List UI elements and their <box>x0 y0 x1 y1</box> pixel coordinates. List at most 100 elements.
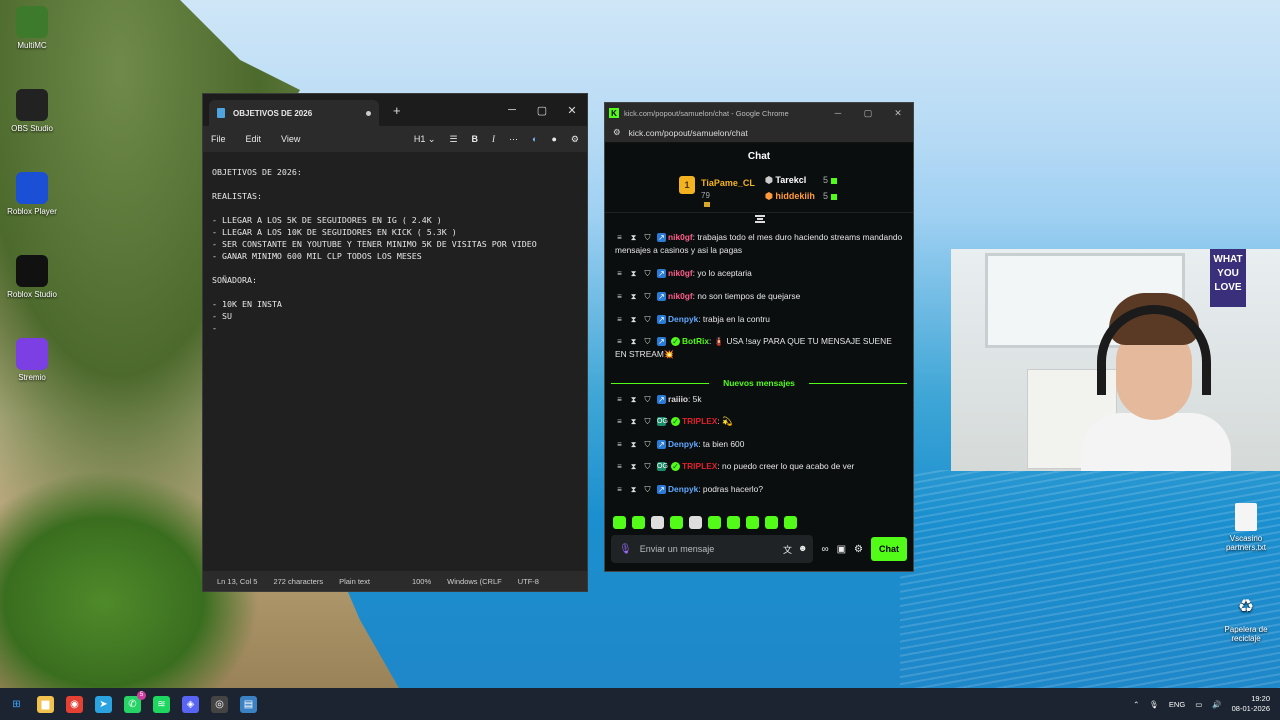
account-icon[interactable]: ● <box>551 134 556 144</box>
notification-badge: 5 <box>137 690 146 700</box>
message-username[interactable]: TRIPLEX <box>682 416 717 426</box>
new-tab-button[interactable]: + <box>393 103 401 118</box>
windows-start-icon[interactable]: ⊞ <box>8 696 25 713</box>
chat-message[interactable]: ≡ ⧗ ⛉ ↗ Denpyk: podras hacerlo? <box>615 483 903 496</box>
message-username[interactable]: TRIPLEX <box>682 461 717 471</box>
network-icon[interactable]: ▭ <box>1195 700 1202 709</box>
close-button[interactable]: ✕ <box>557 104 587 117</box>
desktop-icon-roblox-studio[interactable]: Roblox Studio <box>0 255 68 299</box>
emote-icon[interactable] <box>746 516 759 529</box>
emote-icon[interactable] <box>727 516 740 529</box>
menu-file[interactable]: File <box>211 134 226 144</box>
spotify-icon[interactable]: ≋ <box>153 695 170 713</box>
minimize-button[interactable]: ─ <box>823 108 853 119</box>
desktop-icon-multimc[interactable]: MultiMC <box>0 6 68 50</box>
clock[interactable]: 19:20 08-01-2026 <box>1232 694 1270 714</box>
mic-icon[interactable]: 🎙 <box>619 544 632 555</box>
filter-icon[interactable] <box>755 215 765 223</box>
translate-icon[interactable]: 文 <box>783 543 792 556</box>
emote-icon[interactable] <box>651 516 664 529</box>
leader-name: hiddekiih <box>775 191 815 201</box>
telegram-icon[interactable]: ➤ <box>95 695 112 713</box>
obs-icon[interactable]: ◎ <box>211 695 228 713</box>
chat-message[interactable]: ≡ ⧗ ⛉ ↗ nik0gf: no son tiempos de quejarse <box>615 290 903 303</box>
notepad-icon[interactable]: ▤ <box>240 695 257 713</box>
message-username[interactable]: Denpyk <box>668 484 698 494</box>
heading-dropdown[interactable]: H1 ⌄ <box>414 134 436 145</box>
bold-icon[interactable]: B <box>472 134 479 144</box>
settings-gear-icon[interactable]: ⚙ <box>571 134 579 145</box>
emote-icon[interactable] <box>613 516 626 529</box>
chat-message[interactable]: ≡ ⧗ ⛉ ↗ Denpyk: ta bien 600 <box>615 438 903 451</box>
emote-icon[interactable] <box>784 516 797 529</box>
site-info-icon[interactable]: ⚙ <box>613 127 621 138</box>
chat-message[interactable]: ≡ ⧗ ⛉ ↗ ✓ BotRix: 🧯 USA !say PARA QUE TU MENS… <box>615 335 903 361</box>
desktop-icon-roblox[interactable]: Roblox Player <box>0 172 68 216</box>
desktop-icon-stremio[interactable]: Stremio <box>0 338 68 382</box>
tab-objetivos[interactable]: OBJETIVOS DE 2026 <box>209 100 379 126</box>
emote-icon[interactable] <box>632 516 645 529</box>
message-username[interactable]: nik0gf <box>668 268 693 278</box>
hex-badge-icon: ⬢ <box>765 191 773 201</box>
address-bar[interactable]: ⚙ kick.com/popout/samuelon/chat <box>605 123 913 143</box>
desktop-icon-label: MultiMC <box>17 41 47 50</box>
more-icon[interactable]: ⋯ <box>509 134 518 145</box>
emote-icon[interactable] <box>765 516 778 529</box>
obs-icon <box>16 89 48 121</box>
minimize-button[interactable]: ─ <box>497 104 527 117</box>
emote-icon[interactable] <box>708 516 721 529</box>
tab-title: OBJETIVOS DE 2026 <box>233 108 313 118</box>
discord-icon[interactable]: ◈ <box>182 695 199 713</box>
link-icon[interactable]: ∞ <box>821 544 828 555</box>
message-username[interactable]: raiiio <box>668 394 688 404</box>
notepad-window[interactable]: OBJETIVOS DE 2026 + ─ ▢ ✕ File Edit View… <box>202 93 588 592</box>
chat-message[interactable]: ≡ ⧗ ⛉ OG ✓ TRIPLEX: no puedo creer lo que aca… <box>615 460 903 473</box>
italic-icon[interactable]: I <box>492 134 495 144</box>
chat-message[interactable]: ≡ ⧗ ⛉ ↗ nik0gf: yo lo aceptaria <box>615 267 903 280</box>
emote-icon[interactable] <box>670 516 683 529</box>
volume-icon[interactable]: 🔊 <box>1212 700 1221 709</box>
leader-name: TiaPame_CL <box>701 178 755 188</box>
unsaved-dot-icon[interactable] <box>366 110 371 116</box>
message-username[interactable]: nik0gf <box>668 291 693 301</box>
file-explorer-icon[interactable]: ▆ <box>37 695 54 713</box>
chat-input[interactable]: 🎙 Enviar un mensaje 文 ☻ <box>611 535 814 563</box>
status-encoding: UTF-8 <box>517 576 539 586</box>
settings-gear-icon[interactable]: ⚙ <box>854 544 863 555</box>
chat-message[interactable]: ≡ ⧗ ⛉ ↗ Denpyk: trabja en la contru <box>615 313 903 326</box>
message-username[interactable]: Denpyk <box>668 439 698 449</box>
gift-icon[interactable]: ▣ <box>837 544 846 555</box>
leaderboard-second[interactable]: ⬢ Tarekcl 5 <box>765 175 838 186</box>
leaderboard-third[interactable]: ⬢ hiddekiih 5 <box>765 191 838 202</box>
maximize-button[interactable]: ▢ <box>853 108 883 119</box>
microphone-icon[interactable]: 🎙 <box>1149 700 1159 709</box>
message-username[interactable]: BotRix <box>682 336 709 346</box>
chrome-icon[interactable]: ◉ <box>66 695 83 713</box>
notepad-text-area[interactable]: OBJETIVOS DE 2026: REALISTAS: - LLEGAR A… <box>203 152 587 562</box>
chrome-popout-window[interactable]: K kick.com/popout/samuelon/chat - Google… <box>604 102 914 572</box>
message-username[interactable]: Denpyk <box>668 314 698 324</box>
emote-icon[interactable] <box>689 516 702 529</box>
desktop-icon-text-file[interactable]: Vscasino partners.txt <box>1210 503 1280 552</box>
menu-view[interactable]: View <box>281 134 300 144</box>
chevron-up-icon[interactable]: ⌃ <box>1133 700 1139 709</box>
menu-edit[interactable]: Edit <box>246 134 262 144</box>
close-button[interactable]: ✕ <box>883 108 913 119</box>
desktop-icon-obs[interactable]: OBS Studio <box>0 89 68 133</box>
emoji-icon[interactable]: ☻ <box>798 543 807 556</box>
message-username[interactable]: nik0gf <box>668 232 693 242</box>
list-icon[interactable]: ☰ <box>449 134 457 145</box>
copilot-icon[interactable]: ◐ <box>532 134 537 144</box>
whatsapp-icon[interactable]: ✆ 5 <box>124 690 146 713</box>
shield-icon: ⛉ <box>644 462 651 472</box>
message-badges: ≡ ⧗ ⛉ ↗ <box>615 292 666 302</box>
chat-input-row: 🎙 Enviar un mensaje 文 ☻ ∞ ▣ ⚙ Chat <box>611 535 907 563</box>
points-value: 5 <box>823 191 829 201</box>
chat-message[interactable]: ≡ ⧗ ⛉ ↗ raiiio: 5k <box>615 393 903 406</box>
maximize-button[interactable]: ▢ <box>527 104 557 117</box>
chat-message[interactable]: ≡ ⧗ ⛉ OG ✓ TRIPLEX: 💫 <box>615 415 903 428</box>
send-chat-button[interactable]: Chat <box>871 537 907 561</box>
desktop-icon-recycle-bin[interactable]: ♻ Papelera de reciclaje <box>1210 590 1280 644</box>
language-indicator[interactable]: ENG <box>1169 700 1185 709</box>
chat-message[interactable]: ≡ ⧗ ⛉ ↗ nik0gf: trabajas todo el mes duro ha… <box>615 231 903 257</box>
